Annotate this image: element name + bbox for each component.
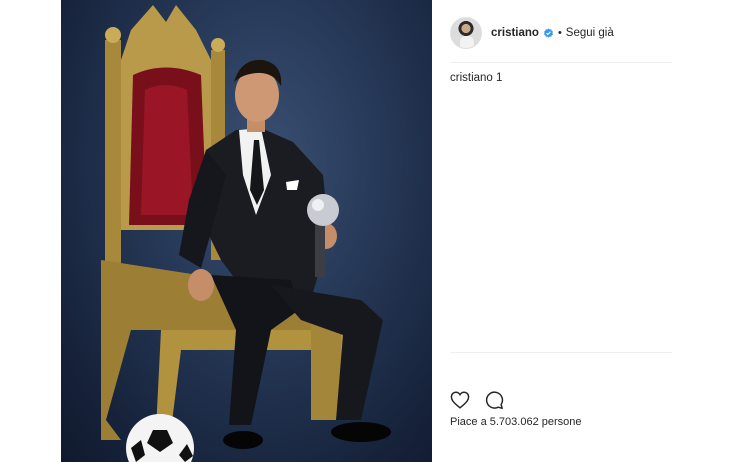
caption-username[interactable]: cristiano (450, 72, 493, 84)
username-link[interactable]: cristiano (491, 27, 539, 39)
separator-dot: • (557, 27, 562, 39)
header-divider (450, 62, 672, 63)
comment-button[interactable] (483, 389, 505, 411)
following-button[interactable]: Segui già (566, 27, 614, 39)
comment-icon (485, 391, 504, 410)
likes-count[interactable]: Piace a 5.703.062 persone (450, 416, 582, 428)
verified-badge-icon (543, 27, 553, 38)
avatar[interactable] (450, 17, 482, 49)
post-sidebar: cristiano • Segui già cristiano 1 Piace … (432, 0, 738, 462)
post-photo[interactable] (61, 0, 432, 462)
photo-illustration (101, 5, 391, 462)
actions-divider (450, 352, 672, 353)
post-header: cristiano • Segui già (450, 16, 614, 50)
action-bar (449, 389, 505, 411)
instagram-post: cristiano • Segui già cristiano 1 Piace … (0, 0, 738, 462)
caption-text: 1 (496, 72, 503, 84)
post-caption: cristiano 1 (450, 72, 502, 84)
like-button[interactable] (449, 389, 471, 411)
heart-icon (450, 391, 470, 409)
